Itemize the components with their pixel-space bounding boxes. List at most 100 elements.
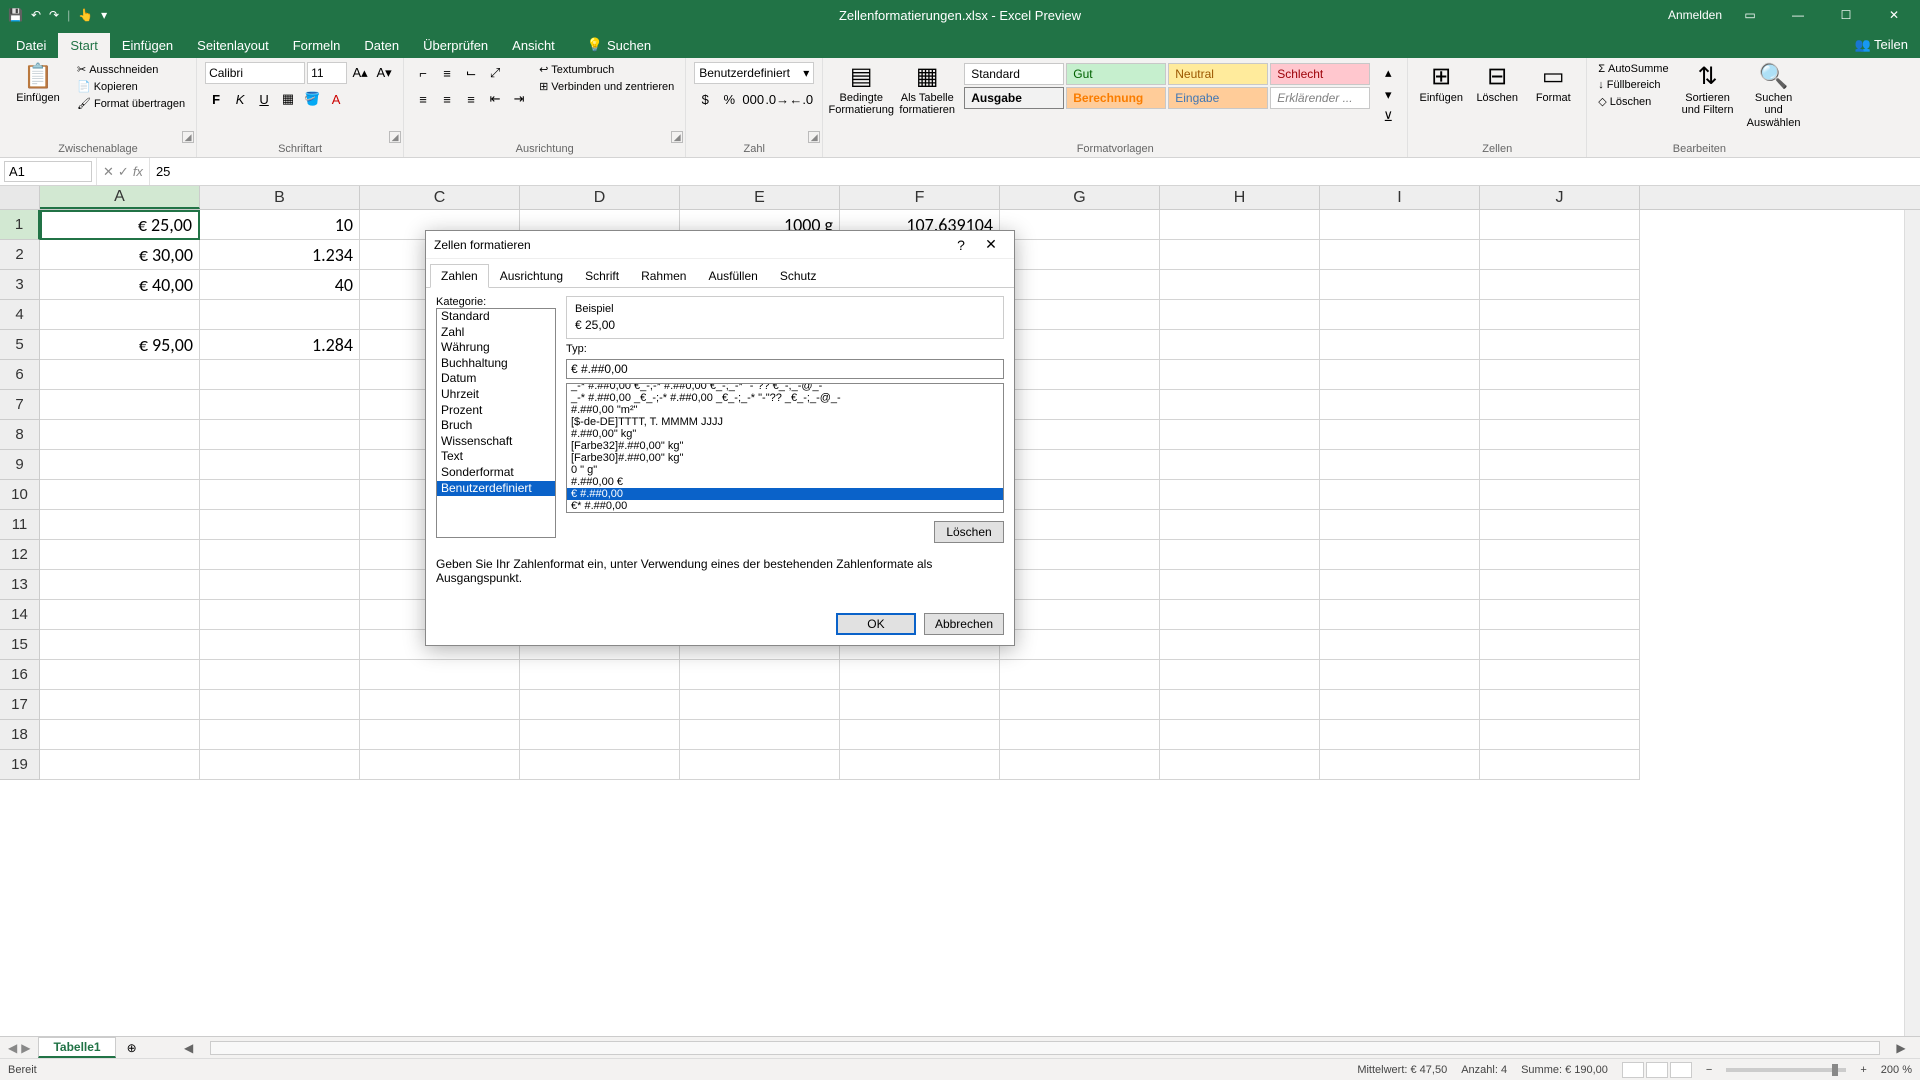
cell[interactable]: 10 <box>200 210 360 240</box>
select-all-corner[interactable] <box>0 186 40 209</box>
cell[interactable] <box>200 690 360 720</box>
font-name-input[interactable]: Calibri <box>205 62 305 84</box>
category-item[interactable]: Datum <box>437 371 555 387</box>
cell[interactable] <box>1320 210 1480 240</box>
font-size-input[interactable]: 11 <box>307 62 347 84</box>
cell[interactable] <box>1480 600 1640 630</box>
cell[interactable] <box>40 720 200 750</box>
cell[interactable] <box>200 360 360 390</box>
cell[interactable] <box>1320 390 1480 420</box>
format-item[interactable]: #.##0,00" kg" <box>567 428 1003 440</box>
cell[interactable] <box>520 750 680 780</box>
format-item[interactable]: [$-de-DE]TTTT, T. MMMM JJJJ <box>567 416 1003 428</box>
format-item[interactable]: € #.##0,00 <box>567 488 1003 500</box>
copy-button[interactable]: 📄Kopieren <box>74 79 188 94</box>
underline-icon[interactable]: U <box>253 88 275 110</box>
style-ausgabe[interactable]: Ausgabe <box>964 87 1064 109</box>
column-header[interactable]: J <box>1480 186 1640 209</box>
dialog-close-icon[interactable]: ✕ <box>976 236 1006 253</box>
cell[interactable] <box>1480 480 1640 510</box>
cell[interactable] <box>200 660 360 690</box>
tab-ansicht[interactable]: Ansicht <box>500 33 567 58</box>
qat-dropdown-icon[interactable]: ▾ <box>101 8 107 22</box>
indent-increase-icon[interactable]: ⇥ <box>508 88 530 110</box>
name-box[interactable]: A1 <box>4 161 92 182</box>
column-header[interactable]: E <box>680 186 840 209</box>
cell[interactable] <box>1320 480 1480 510</box>
column-header[interactable]: F <box>840 186 1000 209</box>
cell[interactable] <box>1160 630 1320 660</box>
format-item[interactable]: €* #.##0,00 <box>567 500 1003 512</box>
tab-seitenlayout[interactable]: Seitenlayout <box>185 33 281 58</box>
shrink-font-icon[interactable]: A▾ <box>373 62 395 84</box>
style-neutral[interactable]: Neutral <box>1168 63 1268 85</box>
cell[interactable] <box>1160 510 1320 540</box>
cell[interactable] <box>1160 540 1320 570</box>
vertical-scrollbar[interactable] <box>1904 210 1920 1036</box>
row-header[interactable]: 6 <box>0 360 40 390</box>
cell[interactable] <box>40 480 200 510</box>
number-format-dropdown[interactable]: Benutzerdefiniert▾ <box>694 62 814 84</box>
cell[interactable] <box>1320 330 1480 360</box>
cell[interactable] <box>1160 330 1320 360</box>
column-header[interactable]: D <box>520 186 680 209</box>
cell[interactable] <box>40 300 200 330</box>
orientation-icon[interactable]: ⤢ <box>484 62 506 84</box>
fill-button[interactable]: ↓Füllbereich <box>1595 78 1671 92</box>
cell[interactable] <box>1320 600 1480 630</box>
cell[interactable] <box>1480 570 1640 600</box>
cell[interactable] <box>360 690 520 720</box>
row-header[interactable]: 18 <box>0 720 40 750</box>
cell[interactable] <box>1000 690 1160 720</box>
dlg-tab-schrift[interactable]: Schrift <box>574 264 630 288</box>
align-left-icon[interactable]: ≡ <box>412 88 434 110</box>
dialog-launcher-icon[interactable]: ◢ <box>671 131 683 143</box>
cell[interactable] <box>360 750 520 780</box>
cell[interactable] <box>200 600 360 630</box>
row-header[interactable]: 9 <box>0 450 40 480</box>
category-item[interactable]: Zahl <box>437 325 555 341</box>
style-standard[interactable]: Standard <box>964 63 1064 85</box>
cell[interactable] <box>1480 210 1640 240</box>
cell[interactable] <box>1000 510 1160 540</box>
category-listbox[interactable]: StandardZahlWährungBuchhaltungDatumUhrze… <box>436 308 556 538</box>
category-item[interactable]: Währung <box>437 340 555 356</box>
scroll-left-icon[interactable]: ◀ <box>182 1041 196 1055</box>
percent-icon[interactable]: % <box>718 88 740 110</box>
align-middle-icon[interactable]: ≡ <box>436 62 458 84</box>
dialog-help-icon[interactable]: ? <box>946 237 976 253</box>
font-color-icon[interactable]: A <box>325 88 347 110</box>
conditional-formatting-button[interactable]: ▤Bedingte Formatierung <box>831 62 891 119</box>
maximize-icon[interactable]: ☐ <box>1826 8 1866 22</box>
cell[interactable]: € 40,00 <box>40 270 200 300</box>
cell[interactable] <box>40 390 200 420</box>
format-cells-button[interactable]: ▭Format <box>1528 62 1578 106</box>
cell[interactable]: 40 <box>200 270 360 300</box>
format-item[interactable]: [Farbe30]#.##0,00" kg" <box>567 452 1003 464</box>
dlg-tab-schutz[interactable]: Schutz <box>769 264 828 288</box>
cell[interactable] <box>1000 660 1160 690</box>
cell[interactable] <box>1000 720 1160 750</box>
cell[interactable]: 1.284 <box>200 330 360 360</box>
delete-cells-button[interactable]: ⊟Löschen <box>1472 62 1522 106</box>
formula-input[interactable]: 25 <box>150 162 1920 181</box>
view-normal-icon[interactable] <box>1622 1062 1644 1078</box>
cell[interactable] <box>1160 390 1320 420</box>
column-header[interactable]: A <box>40 186 200 209</box>
category-item[interactable]: Benutzerdefiniert <box>437 481 555 497</box>
row-header[interactable]: 2 <box>0 240 40 270</box>
cut-button[interactable]: ✂Ausschneiden <box>74 62 188 77</box>
cell[interactable] <box>1480 240 1640 270</box>
cell[interactable] <box>40 360 200 390</box>
save-icon[interactable]: 💾 <box>8 8 23 22</box>
cell[interactable] <box>680 660 840 690</box>
dlg-tab-ausrichtung[interactable]: Ausrichtung <box>489 264 574 288</box>
tab-datei[interactable]: Datei <box>4 33 58 58</box>
row-header[interactable]: 11 <box>0 510 40 540</box>
cell[interactable] <box>1480 360 1640 390</box>
cell[interactable] <box>200 480 360 510</box>
cell[interactable] <box>200 510 360 540</box>
cell[interactable] <box>200 420 360 450</box>
cell[interactable] <box>1000 540 1160 570</box>
style-eingabe[interactable]: Eingabe <box>1168 87 1268 109</box>
